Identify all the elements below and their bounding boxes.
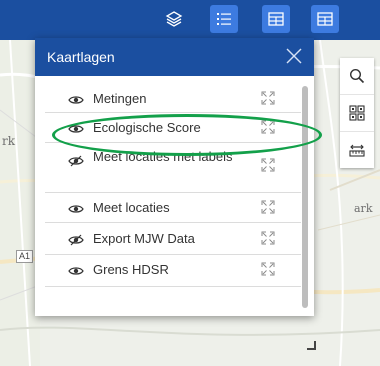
measure-icon bbox=[349, 144, 365, 157]
eye-icon[interactable] bbox=[68, 93, 84, 111]
qr-grid-button[interactable] bbox=[340, 95, 374, 132]
layer-name: Grens HDSR bbox=[93, 262, 169, 277]
measure-button[interactable] bbox=[340, 132, 374, 168]
zoom-to-extent-icon[interactable] bbox=[261, 231, 275, 250]
map-place-label: ark bbox=[354, 202, 373, 215]
table-button[interactable] bbox=[311, 5, 339, 33]
layer-list-icon bbox=[217, 13, 231, 25]
top-toolbar bbox=[0, 0, 380, 40]
table-icon bbox=[317, 12, 333, 26]
zoom-to-extent-icon[interactable] bbox=[261, 91, 275, 110]
resize-handle[interactable] bbox=[307, 341, 316, 350]
qr-grid-icon bbox=[349, 105, 365, 121]
eye-icon[interactable] bbox=[68, 264, 84, 282]
road-badge: A1 bbox=[16, 250, 34, 263]
layer-list-panel: Kaartlagen Metingen Ecologische Score Meet… bbox=[35, 38, 316, 350]
zoom-to-extent-icon[interactable] bbox=[261, 262, 275, 281]
eye-icon[interactable] bbox=[68, 202, 84, 220]
layers-button[interactable] bbox=[160, 5, 188, 33]
layers-icon bbox=[165, 11, 183, 27]
layer-name: Meet locaties bbox=[93, 200, 170, 215]
zoom-to-extent-icon[interactable] bbox=[261, 200, 275, 219]
layer-name: Metingen bbox=[93, 91, 147, 106]
table-icon bbox=[268, 12, 284, 26]
eye-off-icon[interactable] bbox=[68, 154, 84, 172]
layer-list: Metingen Ecologische Score Meet locaties m… bbox=[35, 76, 314, 316]
layer-item[interactable]: Metingen bbox=[45, 84, 301, 113]
highlight-ellipse bbox=[52, 114, 322, 156]
panel-title: Kaartlagen bbox=[47, 49, 115, 65]
search-button[interactable] bbox=[340, 58, 374, 95]
layer-item[interactable]: Meet locaties bbox=[45, 192, 301, 223]
map-place-label: rk bbox=[2, 134, 16, 148]
scrollbar-thumb[interactable] bbox=[302, 86, 308, 308]
close-icon bbox=[286, 48, 302, 64]
search-icon bbox=[349, 68, 365, 84]
layer-list-button[interactable] bbox=[210, 5, 238, 33]
side-toolbar bbox=[340, 58, 374, 168]
close-button[interactable] bbox=[283, 45, 305, 67]
zoom-to-extent-icon[interactable] bbox=[261, 158, 275, 177]
layer-item[interactable]: Export MJW Data bbox=[45, 222, 301, 255]
layer-item[interactable]: Grens HDSR bbox=[45, 254, 301, 287]
panel-header: Kaartlagen bbox=[35, 38, 314, 76]
attribute-table-button[interactable] bbox=[262, 5, 290, 33]
eye-off-icon[interactable] bbox=[68, 233, 84, 251]
layer-name: Export MJW Data bbox=[93, 231, 195, 246]
